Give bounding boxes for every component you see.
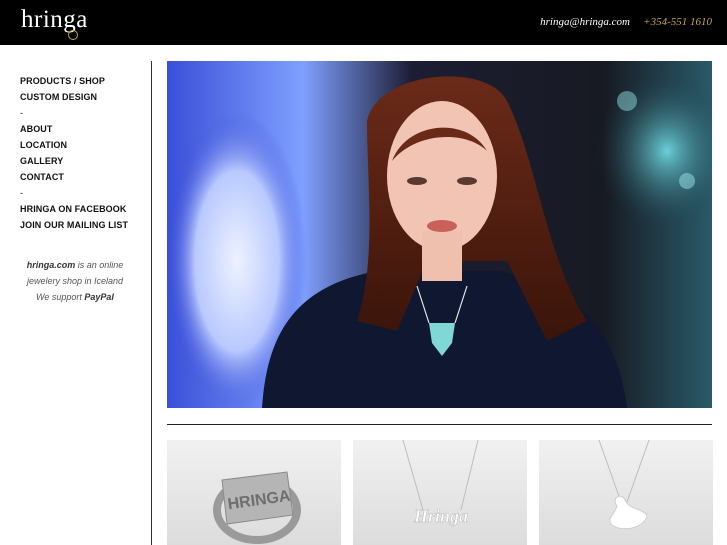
nav-item-products-shop[interactable]: PRODUCTS / SHOP bbox=[20, 74, 145, 90]
blurb-line-1-rest: is an online bbox=[75, 260, 124, 270]
site-blurb: hringa.com is an online jewelery shop in… bbox=[10, 257, 140, 305]
product-thumb-ring[interactable]: HRINGA bbox=[167, 440, 341, 545]
nav-item-mailing-list[interactable]: JOIN OUR MAILING LIST bbox=[20, 218, 145, 234]
product-thumb-duck-necklace[interactable] bbox=[539, 440, 713, 545]
paypal-label: PayPal bbox=[84, 292, 114, 302]
blurb-line-1: hringa.com is an online bbox=[10, 257, 140, 273]
product-thumb-name-necklace[interactable]: Hringa bbox=[353, 440, 527, 545]
hero-photo-illustration bbox=[167, 61, 712, 408]
nav-item-facebook[interactable]: HRINGA ON FACEBOOK bbox=[20, 202, 145, 218]
blurb-line-2: jewelery shop in Iceland bbox=[26, 276, 124, 286]
logo-text: hringa bbox=[21, 6, 88, 33]
hero-image bbox=[167, 61, 712, 408]
blurb-support-text: We support bbox=[36, 292, 85, 302]
necklace-engraving: Hringa bbox=[413, 506, 468, 526]
blurb-line-3: We support PayPal bbox=[10, 289, 140, 305]
blurb-site-name: hringa.com bbox=[26, 260, 76, 270]
email-link[interactable]: hringa@hringa.com bbox=[540, 16, 630, 28]
sidebar-nav: PRODUCTS / SHOP CUSTOM DESIGN - ABOUT LO… bbox=[20, 74, 145, 234]
top-bar: hringa hringa@hringa.com +354-551 1610 bbox=[0, 0, 727, 45]
nav-item-contact[interactable]: CONTACT bbox=[20, 170, 145, 186]
logo-ring-icon bbox=[68, 30, 78, 40]
name-necklace-illustration: Hringa bbox=[402, 440, 479, 526]
sidebar-divider bbox=[151, 61, 152, 545]
nav-item-custom-design[interactable]: CUSTOM DESIGN bbox=[20, 90, 145, 106]
nav-item-location[interactable]: LOCATION bbox=[20, 138, 145, 154]
ring-illustration: HRINGA bbox=[213, 471, 301, 544]
nav-separator: - bbox=[20, 188, 23, 198]
nav-separator: - bbox=[20, 108, 23, 118]
nav-item-gallery[interactable]: GALLERY bbox=[20, 154, 145, 170]
phone-number: +354-551 1610 bbox=[643, 16, 712, 28]
nav-item-about[interactable]: ABOUT bbox=[20, 122, 145, 138]
content-divider bbox=[167, 424, 712, 425]
duck-pendant-icon bbox=[598, 440, 650, 530]
logo[interactable]: hringa bbox=[21, 6, 88, 40]
